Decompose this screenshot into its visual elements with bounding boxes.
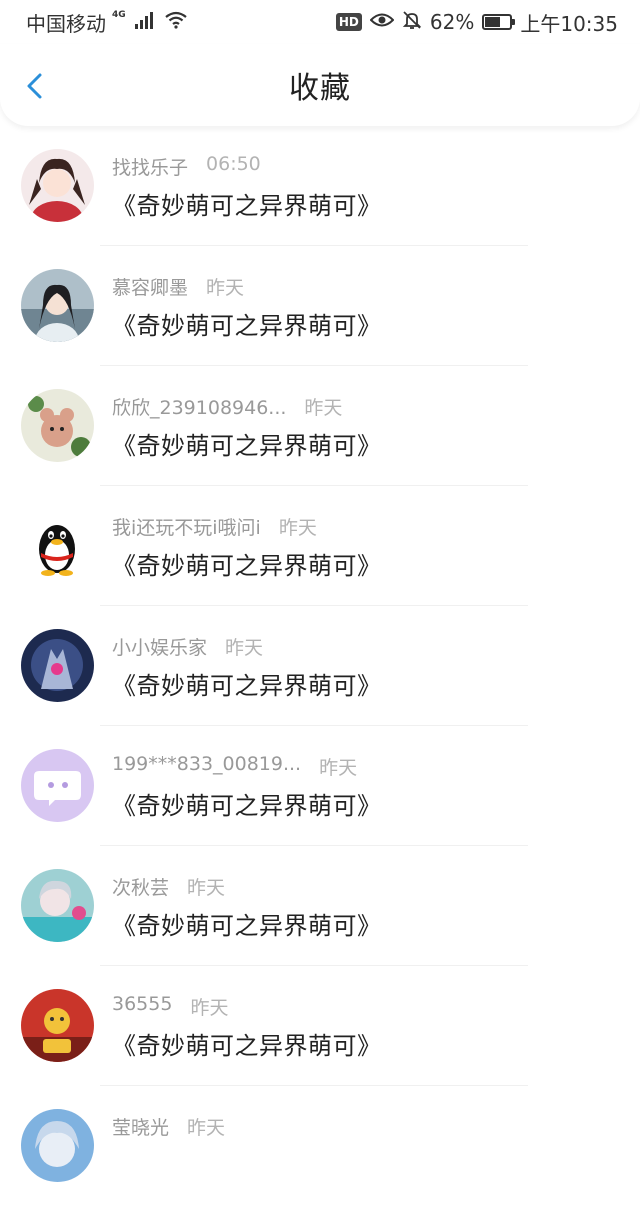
eye-icon (369, 10, 395, 34)
username: 36555 (112, 993, 173, 1015)
favorite-title: 《奇妙萌可之异界萌可》 (112, 792, 382, 820)
penguin-icon (21, 509, 94, 582)
list-item[interactable]: 我i还玩不玩i哦问i 昨天 《奇妙萌可之异界萌可》 (0, 486, 640, 606)
timestamp: 昨天 (319, 757, 358, 779)
list-item[interactable]: 找找乐子 06:50 《奇妙萌可之异界萌可》 (0, 126, 640, 246)
avatar[interactable] (21, 509, 94, 582)
favorite-title: 《奇妙萌可之异界萌可》 (112, 432, 382, 460)
avatar[interactable] (21, 1109, 94, 1182)
status-left: 中国移动 4G (26, 8, 188, 37)
hd-badge: HD (335, 13, 362, 31)
item-meta: 欣欣_239108946... 昨天 (112, 393, 342, 420)
signal-icon (134, 10, 156, 34)
status-right: HD 62% 上午10:35 (335, 8, 618, 37)
carrier-name: 中国移动 (26, 11, 106, 36)
avatar[interactable] (21, 389, 94, 462)
username: 找找乐子 (112, 157, 189, 179)
avatar[interactable] (21, 749, 94, 822)
username: 慕容卿墨 (112, 277, 189, 299)
favorite-title: 《奇妙萌可之异界萌可》 (112, 192, 382, 220)
list-item[interactable]: 36555 昨天 《奇妙萌可之异界萌可》 (0, 966, 640, 1086)
username: 199***833_00819... (112, 753, 302, 775)
back-button[interactable] (22, 72, 50, 100)
avatar[interactable] (21, 629, 94, 702)
list-item[interactable]: 莹晓光 昨天 (0, 1086, 640, 1206)
avatar[interactable] (21, 269, 94, 342)
timestamp: 06:50 (206, 153, 261, 175)
timestamp: 昨天 (304, 397, 343, 419)
favorite-title: 《奇妙萌可之异界萌可》 (112, 1032, 382, 1060)
timestamp: 昨天 (278, 517, 317, 539)
item-meta: 我i还玩不玩i哦问i 昨天 (112, 513, 317, 540)
favorite-title: 《奇妙萌可之异界萌可》 (112, 912, 382, 940)
battery-percent: 62% (429, 10, 475, 34)
username: 莹晓光 (112, 1117, 170, 1139)
timestamp: 昨天 (190, 997, 229, 1019)
list-item[interactable]: 欣欣_239108946... 昨天 《奇妙萌可之异界萌可》 (0, 366, 640, 486)
list-item[interactable]: 小小娱乐家 昨天 《奇妙萌可之异界萌可》 (0, 606, 640, 726)
item-meta: 36555 昨天 (112, 993, 228, 1020)
timestamp: 昨天 (225, 637, 264, 659)
timestamp: 昨天 (187, 1117, 226, 1139)
username: 我i还玩不玩i哦问i (112, 517, 261, 539)
list-item[interactable]: 次秋芸 昨天 《奇妙萌可之异界萌可》 (0, 846, 640, 966)
item-meta: 次秋芸 昨天 (112, 873, 225, 900)
clock: 上午10:35 (520, 11, 618, 36)
avatar[interactable] (21, 869, 94, 942)
favorite-title: 《奇妙萌可之异界萌可》 (112, 312, 382, 340)
favorite-title: 《奇妙萌可之异界萌可》 (112, 552, 382, 580)
avatar[interactable] (21, 989, 94, 1062)
chat-bubble-icon (21, 749, 94, 822)
item-meta: 199***833_00819... 昨天 (112, 753, 357, 780)
battery-level (485, 17, 501, 27)
page-title: 收藏 (289, 71, 351, 106)
nav-header: 收藏 (0, 44, 640, 126)
chevron-left-icon (27, 73, 42, 99)
list-item[interactable]: 慕容卿墨 昨天 《奇妙萌可之异界萌可》 (0, 246, 640, 366)
item-meta: 找找乐子 06:50 (112, 153, 261, 180)
avatar[interactable] (21, 149, 94, 222)
favorites-list: 找找乐子 06:50 《奇妙萌可之异界萌可》 慕容卿墨 昨天 《奇妙萌可之异界萌… (0, 126, 640, 1206)
bell-off-icon (402, 10, 422, 35)
item-meta: 慕容卿墨 昨天 (112, 273, 244, 300)
network-type: 4G (112, 10, 126, 20)
item-meta: 小小娱乐家 昨天 (112, 633, 263, 660)
status-bar: 中国移动 4G HD 62% 上午10:35 (0, 0, 640, 44)
timestamp: 昨天 (206, 277, 245, 299)
favorite-title: 《奇妙萌可之异界萌可》 (112, 672, 382, 700)
username: 欣欣_239108946... (112, 397, 287, 419)
list-item[interactable]: 199***833_00819... 昨天 《奇妙萌可之异界萌可》 (0, 726, 640, 846)
timestamp: 昨天 (187, 877, 226, 899)
username: 次秋芸 (112, 877, 170, 899)
wifi-icon (164, 10, 188, 34)
item-meta: 莹晓光 昨天 (112, 1113, 225, 1140)
username: 小小娱乐家 (112, 637, 208, 659)
battery-icon (482, 14, 516, 30)
